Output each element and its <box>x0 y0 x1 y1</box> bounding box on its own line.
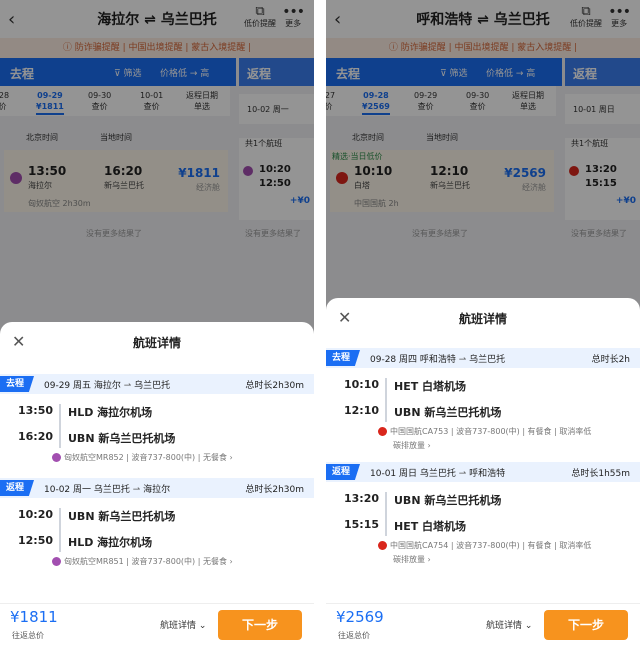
flight-detail-sheet: ✕ 航班详情 去程 09-28 周四 呼和浩特 ⇀ 乌兰巴托 总时长2h 10:10 H… <box>326 298 640 648</box>
segment-line <box>59 404 61 448</box>
leg-route: 10-02 周一 乌兰巴托 ⇀ 海拉尔 <box>44 482 170 495</box>
flight-meta-text: 匈奴航空MR852 | 波音737-800(中) | 无餐食 › <box>64 453 233 462</box>
divider <box>314 0 326 648</box>
leg-route: 09-29 周五 海拉尔 ⇀ 乌兰巴托 <box>44 378 170 391</box>
leg-date: 09-29 周五 <box>44 381 92 391</box>
total-price-label: 往返总价 <box>12 631 44 640</box>
flight-meta[interactable]: 匈奴航空MR852 | 波音737-800(中) | 无餐食 › <box>52 452 233 463</box>
leg-from: 海拉尔 <box>93 381 121 391</box>
flight-meta[interactable]: 中国国航CA753 | 波音737-800(中) | 有餐食 | 取消率低 <box>378 426 591 437</box>
leg-badge: 返程 <box>326 464 360 480</box>
outbound-leg: 去程 09-28 周四 呼和浩特 ⇀ 乌兰巴托 总时长2h 10:10 HET 白塔机场… <box>326 348 640 451</box>
seg-arr-airport: HLD 海拉尔机场 <box>68 536 153 549</box>
airline-logo-icon <box>52 453 61 462</box>
next-step-button[interactable]: 下一步 <box>544 610 628 640</box>
leg-to: 海拉尔 <box>143 485 171 495</box>
leg-date: 09-28 周四 <box>370 355 418 365</box>
booking-footer: ¥1811 往返总价 航班详情 ⌄ 下一步 <box>0 603 314 648</box>
screenshot-left: ‹ 海拉尔 ⇌ 乌兰巴托 ⧉ 低价提醒 ••• 更多 ⓘ 防诈骗提醒 | 中国出境提… <box>0 0 314 648</box>
airline-logo-icon <box>52 557 61 566</box>
total-price: ¥2569 <box>336 608 384 626</box>
leg-badge: 去程 <box>326 350 360 366</box>
flight-detail-sheet: ✕ 航班详情 去程 09-29 周五 海拉尔 ⇀ 乌兰巴托 总时长2h30m 13:5… <box>0 322 314 648</box>
leg-badge: 去程 <box>0 376 34 392</box>
return-leg: 返程 10-02 周一 乌兰巴托 ⇀ 海拉尔 总时长2h30m 10:20 UBN 新乌… <box>0 478 314 578</box>
arrow-icon: ⇀ <box>455 355 470 365</box>
carbon-emission-link[interactable]: 碳排放量 › <box>393 440 431 451</box>
screenshot-right: ‹ 呼和浩特 ⇌ 乌兰巴托 ⧉ 低价提醒 ••• 更多 ⓘ 防诈骗提醒 | 中国出境… <box>326 0 640 648</box>
leg-duration: 总时长2h30m <box>245 381 304 391</box>
segment-line <box>59 508 61 552</box>
seg-arr-time: 12:10 <box>344 404 380 417</box>
airline-logo-icon <box>378 541 387 550</box>
sheet-title: 航班详情 <box>458 312 507 326</box>
seg-dep-airport: HET 白塔机场 <box>394 380 467 393</box>
seg-arr-time: 16:20 <box>18 430 54 443</box>
arrow-icon: ⇀ <box>120 381 135 391</box>
seg-dep-airport: UBN 新乌兰巴托机场 <box>68 510 176 523</box>
total-price: ¥1811 <box>10 608 58 626</box>
leg-to: 呼和浩特 <box>469 469 506 479</box>
flight-meta[interactable]: 匈奴航空MR851 | 波音737-800(中) | 无餐食 › <box>52 556 233 567</box>
flight-detail-toggle[interactable]: 航班详情 ⌄ <box>160 618 206 631</box>
flight-meta-text: 中国国航CA753 | 波音737-800(中) | 有餐食 | 取消率低 <box>390 427 592 436</box>
flight-meta-text: 中国国航CA754 | 波音737-800(中) | 有餐食 | 取消率低 <box>390 541 592 550</box>
leg-duration: 总时长1h55m <box>571 469 630 479</box>
sheet-title: 航班详情 <box>132 336 181 350</box>
leg-from: 乌兰巴托 <box>419 469 456 479</box>
carbon-emission-link[interactable]: 碳排放量 › <box>393 554 431 565</box>
leg-from: 呼和浩特 <box>419 355 456 365</box>
seg-dep-time: 10:20 <box>18 508 54 521</box>
flight-meta-text: 匈奴航空MR851 | 波音737-800(中) | 无餐食 › <box>64 557 233 566</box>
leg-route: 09-28 周四 呼和浩特 ⇀ 乌兰巴托 <box>370 352 505 365</box>
leg-duration: 总时长2h <box>591 355 630 365</box>
leg-date: 10-01 周日 <box>370 469 418 479</box>
leg-badge: 返程 <box>0 480 34 496</box>
flight-detail-toggle[interactable]: 航班详情 ⌄ <box>486 618 532 631</box>
seg-dep-airport: UBN 新乌兰巴托机场 <box>394 494 502 507</box>
booking-footer: ¥2569 往返总价 航班详情 ⌄ 下一步 <box>326 603 640 648</box>
leg-date: 10-02 周一 <box>44 485 92 495</box>
arrow-icon: ⇀ <box>129 485 144 495</box>
next-step-button[interactable]: 下一步 <box>218 610 302 640</box>
seg-arr-airport: UBN 新乌兰巴托机场 <box>394 406 502 419</box>
seg-dep-time: 13:20 <box>344 492 380 505</box>
segment-line <box>385 492 387 536</box>
seg-arr-time: 12:50 <box>18 534 54 547</box>
seg-dep-airport: HLD 海拉尔机场 <box>68 406 153 419</box>
total-price-label: 往返总价 <box>338 631 370 640</box>
return-leg: 返程 10-01 周日 乌兰巴托 ⇀ 呼和浩特 总时长1h55m 13:20 UBN 新… <box>326 462 640 565</box>
leg-to: 乌兰巴托 <box>134 381 171 391</box>
airline-logo-icon <box>378 427 387 436</box>
segment-line <box>385 378 387 422</box>
leg-duration: 总时长2h30m <box>245 485 304 495</box>
seg-dep-time: 13:50 <box>18 404 54 417</box>
outbound-leg: 去程 09-29 周五 海拉尔 ⇀ 乌兰巴托 总时长2h30m 13:50 HLD 海拉… <box>0 374 314 474</box>
seg-arr-time: 15:15 <box>344 518 380 531</box>
seg-arr-airport: UBN 新乌兰巴托机场 <box>68 432 176 445</box>
seg-arr-airport: HET 白塔机场 <box>394 520 467 533</box>
leg-from: 乌兰巴托 <box>93 485 130 495</box>
leg-to: 乌兰巴托 <box>469 355 506 365</box>
arrow-icon: ⇀ <box>455 469 470 479</box>
leg-route: 10-01 周日 乌兰巴托 ⇀ 呼和浩特 <box>370 466 505 479</box>
flight-meta[interactable]: 中国国航CA754 | 波音737-800(中) | 有餐食 | 取消率低 <box>378 540 591 551</box>
seg-dep-time: 10:10 <box>344 378 380 391</box>
